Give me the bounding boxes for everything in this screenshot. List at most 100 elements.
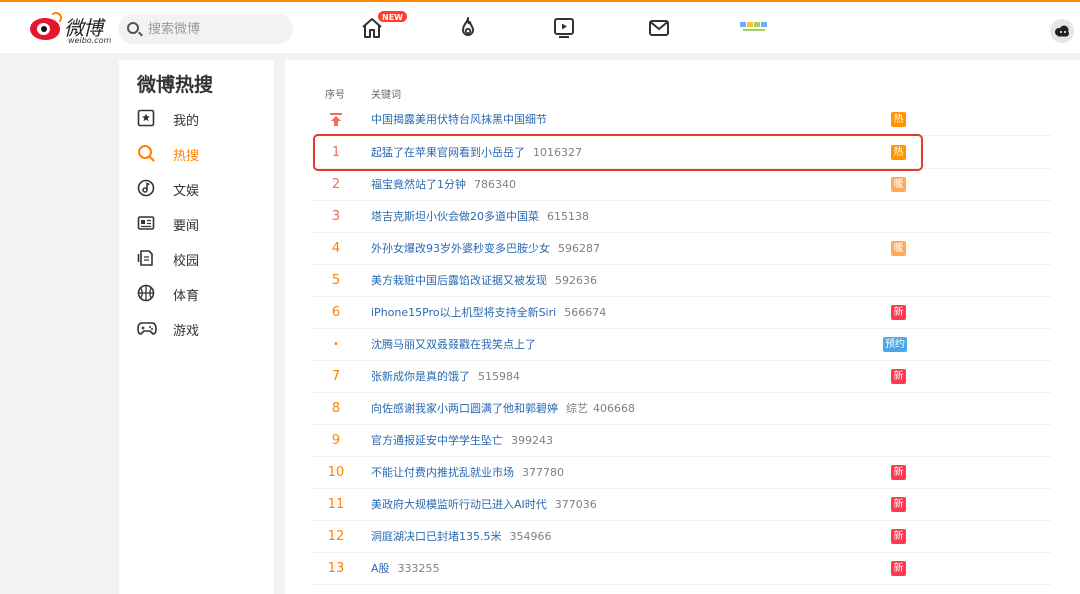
- rank-cell: 6: [331, 305, 341, 320]
- cloud-icon: [1055, 25, 1069, 37]
- sidebar-item-sports[interactable]: 体育: [137, 281, 267, 305]
- table-row[interactable]: 2 福宝竟然站了1分钟 786340 暖: [311, 169, 1051, 201]
- table-row[interactable]: 5 美方栽赃中国后露馅改证据又被发现 592636: [311, 265, 1051, 297]
- gamepad-icon: [137, 322, 157, 335]
- sidebar-item-label: 热搜: [173, 149, 200, 164]
- tag-hot: 热: [891, 145, 906, 160]
- keyword-link[interactable]: 中国揭露美用伏特台风抹黑中国细节: [371, 104, 547, 136]
- keyword-link[interactable]: 起猛了在苹果官网看到小岳岳了 1016327: [371, 137, 582, 169]
- heat-count: 354966: [509, 530, 552, 543]
- sidebar-item-news[interactable]: 要闻: [137, 211, 267, 235]
- table-row[interactable]: 9 官方通报延安中学学生坠亡 399243: [311, 425, 1051, 457]
- tag-reserve[interactable]: 预约: [883, 337, 907, 352]
- video-icon[interactable]: [552, 16, 576, 40]
- top-bar: 微博 weibo.com NEW: [0, 0, 1080, 53]
- sidebar-item-entertainment[interactable]: 文娱: [137, 176, 267, 200]
- rank-cell: 2: [331, 177, 341, 192]
- table-row[interactable]: 3 塔吉克斯坦小伙会做20多道中国菜 615138: [311, 201, 1051, 233]
- search-box[interactable]: [118, 14, 293, 44]
- tag-new: 新: [891, 529, 906, 544]
- rank-cell: 8: [331, 401, 341, 416]
- sidebar-item-hot-search[interactable]: 热搜: [137, 141, 267, 165]
- hot-search-list: 序号 关键词 中国揭露美用伏特台风抹黑中国细节 热 1 起猛了在苹果官网看到小岳…: [285, 60, 1080, 594]
- tag-warm: 暖: [891, 177, 906, 192]
- avatar[interactable]: [1050, 19, 1074, 43]
- music-note-icon: [137, 179, 155, 197]
- heat-count: 566674: [564, 306, 607, 319]
- table-row[interactable]: 11 美政府大规模监听行动已进入AI时代 377036 新: [311, 489, 1051, 521]
- sidebar-item-label: 游戏: [173, 324, 200, 339]
- heat-count: 786340: [474, 178, 516, 191]
- heat-count: 377780: [522, 466, 564, 479]
- sidebar-item-campus[interactable]: 校园: [137, 246, 267, 270]
- keyword-link[interactable]: 洞庭湖决口已封堵135.5米 354966: [371, 521, 552, 553]
- heat-count: 1016327: [533, 146, 582, 159]
- search-icon: [127, 22, 139, 34]
- mini-logo-icon[interactable]: [740, 20, 768, 34]
- sidebar-item-label: 要闻: [173, 219, 200, 234]
- tag-new: 新: [891, 561, 906, 576]
- rank-cell: 11: [327, 497, 345, 512]
- heat-count: 592636: [555, 274, 597, 287]
- column-header-rank: 序号: [325, 90, 345, 101]
- rank-cell: 3: [331, 209, 341, 224]
- sidebar-title: 微博热搜: [137, 74, 214, 96]
- sidebar-item-label: 我的: [173, 114, 200, 129]
- rank-cell: 5: [331, 273, 341, 288]
- search-input[interactable]: [148, 14, 288, 44]
- sidebar-item-mine[interactable]: 我的: [137, 106, 267, 130]
- heat-count: 515984: [478, 370, 520, 383]
- heat-count: 333255: [397, 562, 440, 575]
- keyword-link[interactable]: 塔吉克斯坦小伙会做20多道中国菜 615138: [371, 201, 589, 233]
- keyword-link[interactable]: 外孙女爆改93岁外婆秒变多巴胺少女 596287: [371, 233, 600, 265]
- rank-cell: •: [333, 339, 339, 350]
- news-icon: [137, 216, 155, 230]
- sidebar-item-label: 体育: [173, 289, 200, 304]
- keyword-link[interactable]: 美方栽赃中国后露馅改证据又被发现 592636: [371, 265, 597, 297]
- weibo-logo[interactable]: 微博 weibo.com: [30, 12, 111, 45]
- table-row[interactable]: • 沈腾马丽又双叒叕戳在我笑点上了 预约: [311, 329, 1051, 361]
- heat-count: 406668: [593, 402, 635, 415]
- sidebar-item-games[interactable]: 游戏: [137, 316, 267, 340]
- sidebar-item-label: 文娱: [173, 184, 200, 199]
- keyword-link[interactable]: 张新成你是真的饿了 515984: [371, 361, 520, 393]
- table-row[interactable]: 7 张新成你是真的饿了 515984 新: [311, 361, 1051, 393]
- person-card-icon: [137, 109, 155, 127]
- category-label: 综艺: [566, 402, 588, 415]
- rank-cell: 13: [327, 561, 345, 576]
- table-row[interactable]: 4 外孙女爆改93岁外婆秒变多巴胺少女 596287 暖: [311, 233, 1051, 265]
- table-row[interactable]: 8 向佐感谢我家小两口圆满了他和郭碧婷 综艺 406668: [311, 393, 1051, 425]
- table-row[interactable]: 1 起猛了在苹果官网看到小岳岳了 1016327 热: [311, 137, 1051, 169]
- hot-flame-icon[interactable]: [456, 16, 480, 40]
- heat-count: 377036: [554, 498, 597, 511]
- hot-search-icon: [138, 145, 155, 162]
- new-badge: NEW: [377, 10, 408, 23]
- table-row[interactable]: 10 不能让付费内推扰乱就业市场 377780 新: [311, 457, 1051, 489]
- mail-icon[interactable]: [647, 16, 671, 40]
- rank-cell: 4: [331, 241, 341, 256]
- rank-cell: 9: [331, 433, 341, 448]
- pin-top-icon: [330, 113, 342, 126]
- tag-hot: 热: [891, 112, 906, 127]
- rank-cell: 10: [327, 465, 345, 480]
- keyword-link[interactable]: A股 333255: [371, 553, 440, 585]
- tag-warm: 暖: [891, 241, 906, 256]
- table-row[interactable]: 中国揭露美用伏特台风抹黑中国细节 热: [311, 104, 1051, 136]
- table-row[interactable]: 13 A股 333255 新: [311, 553, 1051, 585]
- keyword-link[interactable]: 福宝竟然站了1分钟 786340: [371, 169, 516, 201]
- rank-cell: 1: [331, 145, 341, 160]
- rank-cell: 7: [331, 369, 341, 384]
- campus-icon: [137, 250, 153, 266]
- keyword-link[interactable]: 沈腾马丽又双叒叕戳在我笑点上了: [371, 329, 536, 361]
- heat-count: 399243: [511, 434, 553, 447]
- keyword-link[interactable]: iPhone15Pro以上机型将支持全新Siri 566674: [371, 297, 606, 329]
- keyword-link[interactable]: 向佐感谢我家小两口圆满了他和郭碧婷 综艺 406668: [371, 393, 635, 425]
- keyword-link[interactable]: 不能让付费内推扰乱就业市场 377780: [371, 457, 564, 489]
- keyword-link[interactable]: 官方通报延安中学学生坠亡 399243: [371, 425, 553, 457]
- table-row[interactable]: 12 洞庭湖决口已封堵135.5米 354966 新: [311, 521, 1051, 553]
- rank-cell: [311, 104, 361, 136]
- heat-count: 615138: [547, 210, 589, 223]
- rank-cell: 12: [327, 529, 345, 544]
- table-row[interactable]: 6 iPhone15Pro以上机型将支持全新Siri 566674 新: [311, 297, 1051, 329]
- keyword-link[interactable]: 美政府大规模监听行动已进入AI时代 377036: [371, 489, 597, 521]
